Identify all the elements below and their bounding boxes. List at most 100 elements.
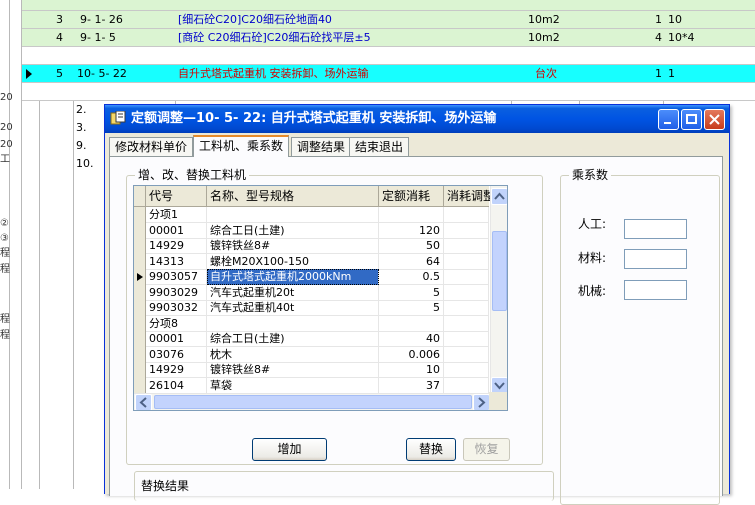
cell-code[interactable]: 26104: [146, 377, 207, 394]
grid-row[interactable]: 分项8: [134, 315, 489, 332]
scroll-right-button[interactable]: [473, 394, 490, 410]
cell-name[interactable]: 镀锌铁丝8#: [207, 362, 379, 378]
cell-adjust[interactable]: [444, 207, 489, 223]
dialog-titlebar[interactable]: 定额调整—10- 5- 22: 自升式塔式起重机 安装拆卸、场外运输: [105, 105, 729, 133]
cell-adjust[interactable]: [444, 331, 489, 347]
table-row[interactable]: 3 9- 1- 26 [细石砼C20]C20细石砼地面40 10m2 1 10: [22, 11, 755, 29]
row-indicator[interactable]: [134, 284, 146, 301]
cell-code[interactable]: 14929: [146, 238, 207, 254]
grid-horizontal-scrollbar[interactable]: [134, 393, 490, 410]
machine-coef-input[interactable]: [624, 280, 687, 300]
cell-name[interactable]: 草袋: [207, 377, 379, 394]
cell-qty[interactable]: 120: [379, 222, 444, 239]
cell-code[interactable]: 9903057: [146, 269, 207, 285]
grid-row[interactable]: 14929 镀锌铁丝8# 10: [134, 362, 489, 378]
cell-name[interactable]: 汽车式起重机40t: [207, 300, 379, 316]
cell-adjust[interactable]: [444, 284, 489, 301]
cell-qty[interactable]: 5: [379, 284, 444, 301]
cell-code[interactable]: 03076: [146, 346, 207, 363]
cell-name[interactable]: [207, 315, 379, 332]
minimize-button[interactable]: [658, 109, 679, 130]
table-row[interactable]: [22, 83, 755, 101]
cell-code[interactable]: 分项1: [146, 207, 207, 223]
cell-name[interactable]: 螺栓M20X100-150: [207, 253, 379, 270]
cell-code[interactable]: 9903032: [146, 300, 207, 316]
grid-row[interactable]: 00001 综合工日(土建) 40: [134, 331, 489, 347]
material-coef-input[interactable]: [624, 249, 687, 269]
col-name-header[interactable]: 名称、型号规格: [207, 186, 379, 207]
cell-code[interactable]: 14929: [146, 362, 207, 378]
cell-qty[interactable]: 40: [379, 331, 444, 347]
row-indicator[interactable]: [134, 269, 146, 285]
cell-adjust[interactable]: [444, 346, 489, 363]
row-indicator[interactable]: [134, 362, 146, 378]
cell-name[interactable]: [207, 207, 379, 223]
cell-adjust[interactable]: [444, 315, 489, 332]
cell-code[interactable]: 00001: [146, 331, 207, 347]
cell-code[interactable]: 00001: [146, 222, 207, 239]
cell-adjust[interactable]: [444, 377, 489, 394]
cell-adjust[interactable]: [444, 253, 489, 270]
cell-qty[interactable]: 0.5: [379, 269, 444, 285]
grid-row[interactable]: 03076 枕木 0.006: [134, 346, 489, 363]
row-indicator[interactable]: [134, 377, 146, 394]
cell-name[interactable]: 枕木: [207, 346, 379, 363]
cell-qty[interactable]: [379, 207, 444, 223]
tab-labor-material-coef[interactable]: 工料机、乘系数: [193, 135, 290, 157]
replace-button[interactable]: 替换: [406, 438, 456, 461]
cell-name[interactable]: 汽车式起重机20t: [207, 284, 379, 301]
cell-name[interactable]: 镀锌铁丝8#: [207, 238, 379, 254]
tab-modify-price[interactable]: 修改材料单价: [109, 137, 194, 156]
row-indicator[interactable]: [134, 300, 146, 316]
row-indicator[interactable]: [134, 346, 146, 363]
table-row[interactable]: [22, 47, 755, 65]
grid-vertical-scrollbar[interactable]: [490, 186, 507, 394]
cell-adjust[interactable]: [444, 269, 489, 285]
table-row[interactable]: [22, 0, 755, 11]
cell-code[interactable]: 分项8: [146, 315, 207, 332]
col-qty-header[interactable]: 定额消耗: [379, 186, 444, 207]
h-scroll-thumb[interactable]: [154, 395, 472, 409]
cell-qty[interactable]: [379, 315, 444, 332]
close-button[interactable]: [704, 109, 725, 130]
scroll-thumb[interactable]: [492, 231, 507, 311]
cell-qty[interactable]: 5: [379, 300, 444, 316]
cell-name[interactable]: 综合工日(土建): [207, 222, 379, 239]
labor-material-grid[interactable]: 代号 名称、型号规格 定额消耗 消耗调整 分项1 00001 综合工日(土建) 120…: [133, 185, 508, 411]
row-indicator[interactable]: [134, 253, 146, 270]
grid-row[interactable]: 14313 螺栓M20X100-150 64: [134, 253, 489, 270]
cell-adjust[interactable]: [444, 222, 489, 239]
row-indicator[interactable]: [134, 222, 146, 239]
table-row-current[interactable]: 5 10- 5- 22 自升式塔式起重机 安装拆卸、场外运输 台次 1 1: [22, 65, 755, 83]
row-indicator[interactable]: [134, 331, 146, 347]
cell-code[interactable]: 14313: [146, 253, 207, 270]
tab-adjust-result[interactable]: 调整结果: [291, 137, 352, 156]
maximize-button[interactable]: [681, 109, 702, 130]
tab-finish-exit[interactable]: 结束退出: [349, 137, 410, 156]
cell-qty[interactable]: 10: [379, 362, 444, 378]
grid-row[interactable]: 9903029 汽车式起重机20t 5: [134, 284, 489, 301]
col-code-header[interactable]: 代号: [146, 186, 207, 207]
grid-row-selected[interactable]: 9903057 自升式塔式起重机2000kNm 0.5: [134, 269, 489, 285]
cell-qty[interactable]: 37: [379, 377, 444, 394]
table-row[interactable]: 4 9- 1- 5 [商砼 C20细石砼]C20细石砼找平层±5 10m2 4 …: [22, 29, 755, 47]
grid-row[interactable]: 9903032 汽车式起重机40t 5: [134, 300, 489, 316]
cell-adjust[interactable]: [444, 238, 489, 254]
grid-row[interactable]: 分项1: [134, 207, 489, 223]
scroll-up-button[interactable]: [491, 188, 507, 205]
grid-row[interactable]: 00001 综合工日(土建) 120: [134, 222, 489, 239]
row-indicator[interactable]: [134, 238, 146, 254]
row-indicator[interactable]: [134, 207, 146, 223]
cell-qty[interactable]: 50: [379, 238, 444, 254]
row-indicator[interactable]: [134, 315, 146, 332]
cell-adjust[interactable]: [444, 300, 489, 316]
cell-adjust[interactable]: [444, 362, 489, 378]
add-button[interactable]: 增加: [252, 438, 327, 461]
grid-row[interactable]: 26104 草袋 37: [134, 377, 489, 394]
scroll-left-button[interactable]: [135, 394, 152, 410]
grid-row[interactable]: 14929 镀锌铁丝8# 50: [134, 238, 489, 254]
cell-qty[interactable]: 64: [379, 253, 444, 270]
cell-qty[interactable]: 0.006: [379, 346, 444, 363]
cell-name[interactable]: 综合工日(土建): [207, 331, 379, 347]
cell-code[interactable]: 9903029: [146, 284, 207, 301]
